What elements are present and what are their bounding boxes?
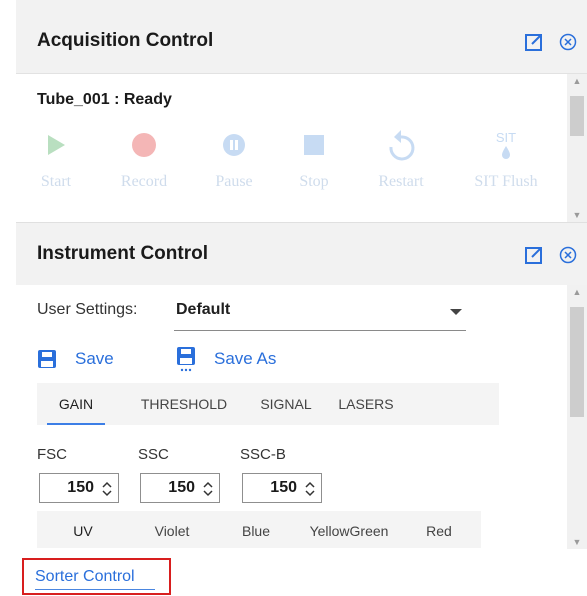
sorter-control-link[interactable]: Sorter Control (22, 558, 171, 595)
user-settings-dropdown[interactable]: Default (174, 291, 466, 331)
tab-lasers[interactable]: LASERS (333, 383, 399, 425)
scroll-up-icon[interactable]: ▲ (567, 285, 587, 299)
tab-yellowgreen[interactable]: YellowGreen (299, 511, 399, 548)
pause-icon (223, 134, 245, 156)
tab-violet[interactable]: Violet (141, 511, 203, 548)
tab-red[interactable]: Red (419, 511, 459, 548)
ssc-b-label: SSC-B (240, 446, 286, 463)
ssc-value: 150 (168, 479, 195, 496)
instrument-control-panel: Instrument Control User Settings: Defaul… (16, 222, 587, 549)
sit-flush-label: SIT Flush (474, 173, 538, 190)
start-label: Start (40, 173, 72, 190)
laser-tabbar: UV Violet Blue YellowGreen Red (37, 511, 481, 548)
acquisition-panel-header: Acquisition Control (16, 0, 587, 74)
tab-gain[interactable]: GAIN (47, 383, 105, 425)
acquisition-control-panel: Acquisition Control Tube_001 : Ready Sta… (16, 0, 587, 222)
tube-status: Tube_001 : Ready (37, 91, 172, 108)
spinner-icon[interactable] (305, 480, 315, 498)
restart-button[interactable]: Restart (361, 129, 441, 191)
instrument-scrollbar[interactable]: ▲ ▼ (567, 285, 587, 549)
tab-uv[interactable]: UV (43, 511, 123, 548)
settings-tabbar: GAIN THRESHOLD SIGNAL LASERS (37, 383, 499, 425)
spinner-icon[interactable] (203, 480, 213, 498)
scroll-thumb[interactable] (570, 96, 584, 136)
droplet-icon (502, 146, 510, 159)
ssc-b-stepper[interactable]: 150 (242, 473, 322, 503)
save-as-button[interactable]: Save As (176, 345, 276, 373)
scroll-thumb[interactable] (570, 307, 584, 417)
sit-flush-button[interactable]: SIT SIT Flush (456, 129, 556, 191)
ssc-b-value: 150 (270, 479, 297, 496)
user-settings-value: Default (176, 301, 231, 318)
save-icon (38, 350, 56, 368)
popout-icon[interactable] (524, 32, 544, 52)
pause-label: Pause (215, 173, 253, 190)
acquisition-body: Tube_001 : Ready Start Record Pause Stop… (16, 74, 567, 222)
stop-button[interactable]: Stop (274, 129, 354, 191)
save-as-label: Save As (214, 349, 277, 368)
close-icon[interactable] (559, 246, 577, 264)
user-settings-label: User Settings: (37, 301, 138, 318)
record-icon (132, 133, 156, 157)
sorter-control-label: Sorter Control (35, 568, 135, 585)
play-icon (48, 135, 65, 155)
ssc-label: SSC (138, 446, 169, 463)
popout-icon[interactable] (524, 245, 544, 265)
scroll-up-icon[interactable]: ▲ (567, 74, 587, 88)
sit-flush-icon: SIT (495, 130, 517, 145)
restart-label: Restart (378, 173, 424, 190)
start-button[interactable]: Start (16, 129, 96, 191)
fsc-value: 150 (67, 479, 94, 496)
instrument-panel-header: Instrument Control (16, 223, 587, 285)
record-button[interactable]: Record (104, 129, 184, 191)
left-edge (0, 0, 16, 596)
scroll-down-icon[interactable]: ▼ (567, 208, 587, 222)
acquisition-panel-title: Acquisition Control (37, 30, 214, 51)
tab-signal[interactable]: SIGNAL (253, 383, 319, 425)
instrument-panel-title: Instrument Control (37, 243, 208, 264)
chevron-down-icon (450, 309, 462, 315)
restart-icon (389, 130, 415, 161)
scroll-down-icon[interactable]: ▼ (567, 535, 587, 549)
save-label: Save (75, 349, 114, 368)
record-label: Record (120, 173, 168, 190)
sorter-underline (35, 589, 155, 590)
ssc-stepper[interactable]: 150 (140, 473, 220, 503)
spinner-icon[interactable] (102, 480, 112, 498)
save-as-icon (177, 347, 195, 372)
acquisition-scrollbar[interactable]: ▲ ▼ (567, 74, 587, 222)
stop-label: Stop (299, 173, 329, 190)
instrument-body: User Settings: Default Save Save As GAIN (16, 285, 567, 548)
pause-button[interactable]: Pause (194, 129, 274, 191)
tab-blue[interactable]: Blue (233, 511, 279, 548)
save-button[interactable]: Save (37, 345, 114, 373)
stop-icon (304, 135, 324, 155)
tab-threshold[interactable]: THRESHOLD (135, 383, 233, 425)
close-icon[interactable] (559, 33, 577, 51)
fsc-stepper[interactable]: 150 (39, 473, 119, 503)
fsc-label: FSC (37, 446, 67, 463)
